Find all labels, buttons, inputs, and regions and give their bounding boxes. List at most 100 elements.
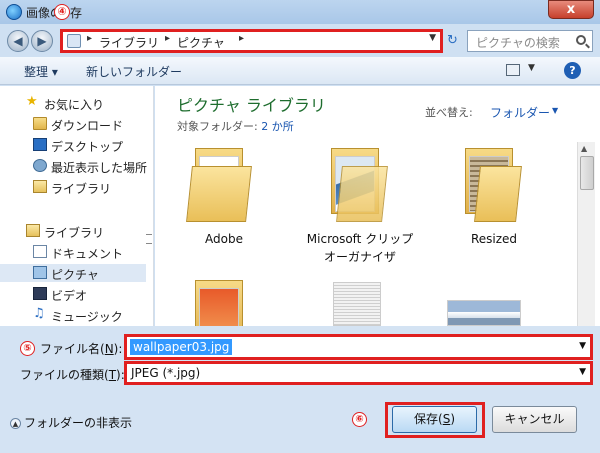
forward-button[interactable]: ▶ <box>31 30 53 52</box>
chevron-down-icon[interactable]: ▼ <box>552 106 558 115</box>
sort-dropdown[interactable]: フォルダー <box>490 104 550 121</box>
filetype-select[interactable]: JPEG (*.jpg) ▼ <box>124 361 593 385</box>
nav-item-label: ダウンロード <box>51 119 124 133</box>
hide-folders-toggle[interactable]: ▲ フォルダーの非表示 <box>10 414 132 431</box>
folder-icon <box>325 148 388 222</box>
title-bar: 画像の ④ 存 x <box>0 0 600 24</box>
breadcrumb-pictures[interactable]: ピクチャ <box>177 34 225 51</box>
breadcrumb-separator-icon[interactable]: ▸ <box>165 33 170 44</box>
library-icon <box>67 34 81 48</box>
filename-label: ファイル名(N): <box>40 340 122 357</box>
nav-item-label: デスクトップ <box>51 140 124 154</box>
nav-item-libraries[interactable]: ライブラリ <box>0 222 146 240</box>
chevron-up-icon: ▲ <box>10 418 21 429</box>
folder-icon <box>186 148 252 222</box>
new-folder-button[interactable]: 新しいフォルダー <box>86 63 182 80</box>
desktop-icon <box>33 138 47 151</box>
save-button[interactable]: 保存(S) <box>392 406 477 433</box>
nav-item-videos[interactable]: ビデオ <box>0 285 146 303</box>
nav-item-label: ミュージック <box>51 310 123 324</box>
help-icon[interactable]: ? <box>564 62 581 79</box>
label-accesskey: T <box>108 368 117 382</box>
search-placeholder: ピクチャの検索 <box>476 36 560 50</box>
filetype-value: JPEG (*.jpg) <box>131 366 201 380</box>
nav-item-label: ピクチャ <box>51 268 99 282</box>
nav-item-label: ライブラリ <box>51 182 112 196</box>
chevron-down-icon[interactable]: ▼ <box>579 367 586 377</box>
navigation-pane: ★ お気に入り ダウンロード デスクトップ 最近表示した場所 ライブラリ ライブ… <box>0 86 154 326</box>
window-title-end: 存 <box>70 6 83 20</box>
library-icon <box>26 224 40 237</box>
breadcrumb-separator-icon[interactable]: ▸ <box>87 33 92 44</box>
folder-icon <box>189 280 251 326</box>
nav-item-pictures[interactable]: ピクチャ <box>0 264 146 282</box>
recent-places-icon <box>33 159 47 172</box>
nav-item-library-shortcut[interactable]: ライブラリ <box>0 178 146 196</box>
locations-label: 対象フォルダー: <box>177 120 262 133</box>
navigation-row: ◀ ▶ ▸ ライブラリ ▸ ピクチャ ▸ ▼ ↻ ピクチャの検索 <box>0 24 600 57</box>
save-form: ⑤ ファイル名(N): wallpaper03.jpg ▼ ファイルの種類(T)… <box>0 326 600 453</box>
cancel-button[interactable]: キャンセル <box>492 406 577 433</box>
chevron-down-icon[interactable]: ▼ <box>528 63 535 73</box>
pane-splitter[interactable] <box>146 234 152 244</box>
folder-name: Adobe <box>205 232 243 246</box>
hide-folders-label: フォルダーの非表示 <box>24 416 133 430</box>
documents-icon <box>33 245 47 258</box>
filename-input[interactable]: wallpaper03.jpg ▼ <box>124 334 593 360</box>
nav-item-label: 最近表示した場所 <box>51 161 148 175</box>
image-thumbnail[interactable] <box>447 300 521 326</box>
step-badge-5: ⑤ <box>20 341 35 356</box>
library-icon <box>33 180 47 193</box>
nav-item-downloads[interactable]: ダウンロード <box>0 115 146 133</box>
videos-icon <box>33 287 47 300</box>
breadcrumb-separator-icon[interactable]: ▸ <box>239 33 244 44</box>
arrow-right-icon: ▶ <box>37 34 47 48</box>
file-list-pane: ピクチャ ライブラリ 対象フォルダー: 2 か所 並べ替え: フォルダー ▼ A… <box>155 86 600 326</box>
nav-item-label: お気に入り <box>44 98 105 112</box>
label-text: ファイルの種類( <box>20 368 109 382</box>
image-thumbnail[interactable] <box>333 282 381 326</box>
search-input[interactable]: ピクチャの検索 <box>467 30 593 52</box>
music-note-icon: ♫ <box>33 306 45 321</box>
refresh-icon[interactable]: ↻ <box>447 33 463 49</box>
nav-item-documents[interactable]: ドキュメント <box>0 243 146 261</box>
address-dropdown-icon[interactable]: ▼ <box>429 33 436 43</box>
chevron-down-icon[interactable]: ▼ <box>579 341 586 351</box>
star-icon: ★ <box>26 94 38 109</box>
button-text: ) <box>450 412 455 426</box>
nav-item-recent-places[interactable]: 最近表示した場所 <box>0 157 148 175</box>
library-title: ピクチャ ライブラリ <box>177 96 326 115</box>
nav-item-label: ドキュメント <box>51 247 124 261</box>
search-icon[interactable] <box>576 35 586 45</box>
folder-item-partial[interactable] <box>169 280 279 326</box>
nav-item-favorites[interactable]: ★ お気に入り <box>0 94 146 112</box>
sort-label: 並べ替え: <box>425 106 473 119</box>
back-button[interactable]: ◀ <box>7 30 29 52</box>
nav-item-music[interactable]: ♫ ミュージック <box>0 306 146 324</box>
address-bar[interactable]: ▸ ライブラリ ▸ ピクチャ ▸ ▼ <box>60 29 443 53</box>
scroll-thumb[interactable] <box>580 156 594 190</box>
breadcrumb-libraries[interactable]: ライブラリ <box>99 34 159 51</box>
step-badge-6: ⑥ <box>352 412 367 427</box>
app-icon <box>6 4 22 20</box>
organize-button[interactable]: 整理 ▾ <box>24 63 58 80</box>
button-text: 保存( <box>414 412 443 426</box>
close-button[interactable]: x <box>548 0 594 19</box>
label-text: ): <box>113 342 123 356</box>
folder-name: Microsoft クリップ オーガナイザ <box>306 232 414 264</box>
filetype-label: ファイルの種類(T): <box>20 366 125 383</box>
folder-name: Resized <box>470 232 518 246</box>
locations-link[interactable]: 2 か所 <box>261 120 294 133</box>
label-text: ファイル名( <box>40 342 105 356</box>
nav-item-label: ビデオ <box>51 289 88 303</box>
vertical-scrollbar[interactable]: ▲ <box>577 142 595 326</box>
view-options-icon[interactable] <box>506 64 520 76</box>
library-locations: 対象フォルダー: 2 か所 <box>177 118 294 134</box>
scroll-up-icon[interactable]: ▲ <box>581 144 587 153</box>
nav-item-desktop[interactable]: デスクトップ <box>0 136 146 154</box>
filename-value[interactable]: wallpaper03.jpg <box>130 339 233 355</box>
downloads-folder-icon <box>33 117 47 130</box>
pictures-icon <box>33 266 47 279</box>
nav-item-label: ライブラリ <box>44 226 105 240</box>
arrow-left-icon: ◀ <box>13 34 23 48</box>
